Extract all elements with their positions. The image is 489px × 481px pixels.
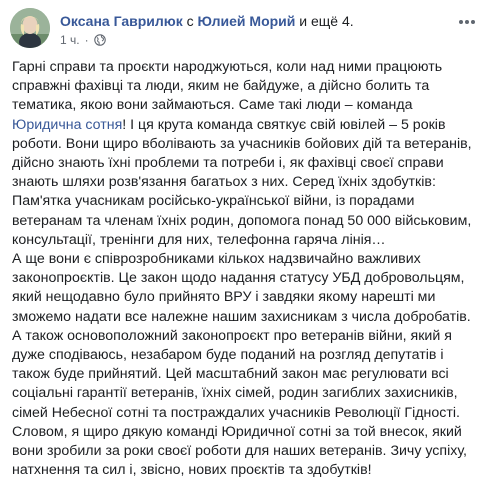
post-meta: 1 ч. ·: [60, 33, 106, 47]
post-body: Гарні справи та проєкти народжуються, ко…: [12, 58, 478, 480]
avatar-photo: [10, 8, 50, 48]
more-options-icon: [459, 20, 475, 24]
globe-icon[interactable]: [93, 34, 106, 46]
tagged-person-link[interactable]: Юлией Морий: [198, 13, 296, 29]
post-header: Оксана Гаврилюк с Юлией Морий и ещё 4. 1…: [6, 6, 483, 50]
paragraph-1-text-b: ! І ця крута команда святкує свій ювілей…: [12, 116, 472, 248]
author-name-link[interactable]: Оксана Гаврилюк: [60, 13, 183, 29]
and-more-text[interactable]: и ещё 4.: [299, 13, 353, 29]
meta-separator: ·: [84, 33, 89, 47]
page-mention-link[interactable]: Юридична сотня: [12, 117, 122, 133]
with-prefix: с: [186, 13, 194, 29]
paragraph-1-text-a: Гарні справи та проєкти народжуються, ко…: [12, 59, 443, 114]
more-options-button[interactable]: [455, 14, 479, 30]
author-avatar[interactable]: [10, 8, 50, 48]
post-paragraph-2: А ще вони є співрозробниками кількох над…: [12, 251, 471, 421]
post-timestamp[interactable]: 1 ч.: [60, 33, 80, 47]
post-paragraph-1: Гарні справи та проєкти народжуються, ко…: [12, 58, 478, 250]
author-line: Оксана Гаврилюк с Юлией Морий и ещё 4.: [60, 12, 354, 30]
post-paragraph-3: Словом, я щиро дякую команді Юридичної с…: [12, 423, 467, 479]
